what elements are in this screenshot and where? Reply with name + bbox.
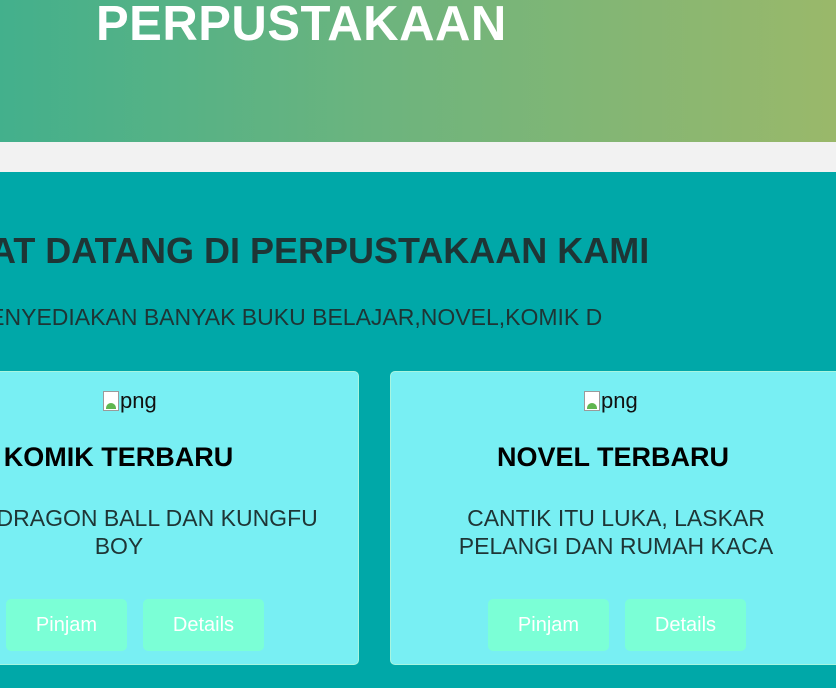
site-header: PERPUSTAKAAN <box>0 0 836 142</box>
details-button[interactable]: Details <box>143 599 264 651</box>
card-image: png <box>103 388 157 414</box>
card-image: png <box>584 388 638 414</box>
details-button[interactable]: Details <box>625 599 746 651</box>
welcome-subtitle: MENYEDIAKAN BANYAK BUKU BELAJAR,NOVEL,KO… <box>0 304 603 330</box>
pinjam-button[interactable]: Pinjam <box>488 599 609 651</box>
broken-image-icon <box>584 391 600 411</box>
pinjam-button[interactable]: Pinjam <box>6 599 127 651</box>
site-title: PERPUSTAKAAN <box>96 0 507 51</box>
main-section: MAT DATANG DI PERPUSTAKAAN KAMI MENYEDIA… <box>0 172 836 688</box>
card-komik: png KOMIK TERBARU D GUY,DRAGON BALL DAN … <box>0 371 359 665</box>
card-image-alt: png <box>120 388 157 413</box>
broken-image-icon <box>103 391 119 411</box>
card-title: NOVEL TERBARU <box>496 442 730 472</box>
card-title: KOMIK TERBARU <box>3 442 234 472</box>
card-description: D GUY,DRAGON BALL DAN KUNGFU BOY <box>0 505 318 559</box>
welcome-heading: MAT DATANG DI PERPUSTAKAAN KAMI <box>0 230 650 271</box>
card-description: CANTIK ITU LUKA, LASKAR PELANGI DAN RUMA… <box>458 505 774 559</box>
card-image-alt: png <box>601 388 638 413</box>
header-spacer <box>0 142 836 172</box>
card-novel: png NOVEL TERBARU CANTIK ITU LUKA, LASKA… <box>390 371 836 665</box>
